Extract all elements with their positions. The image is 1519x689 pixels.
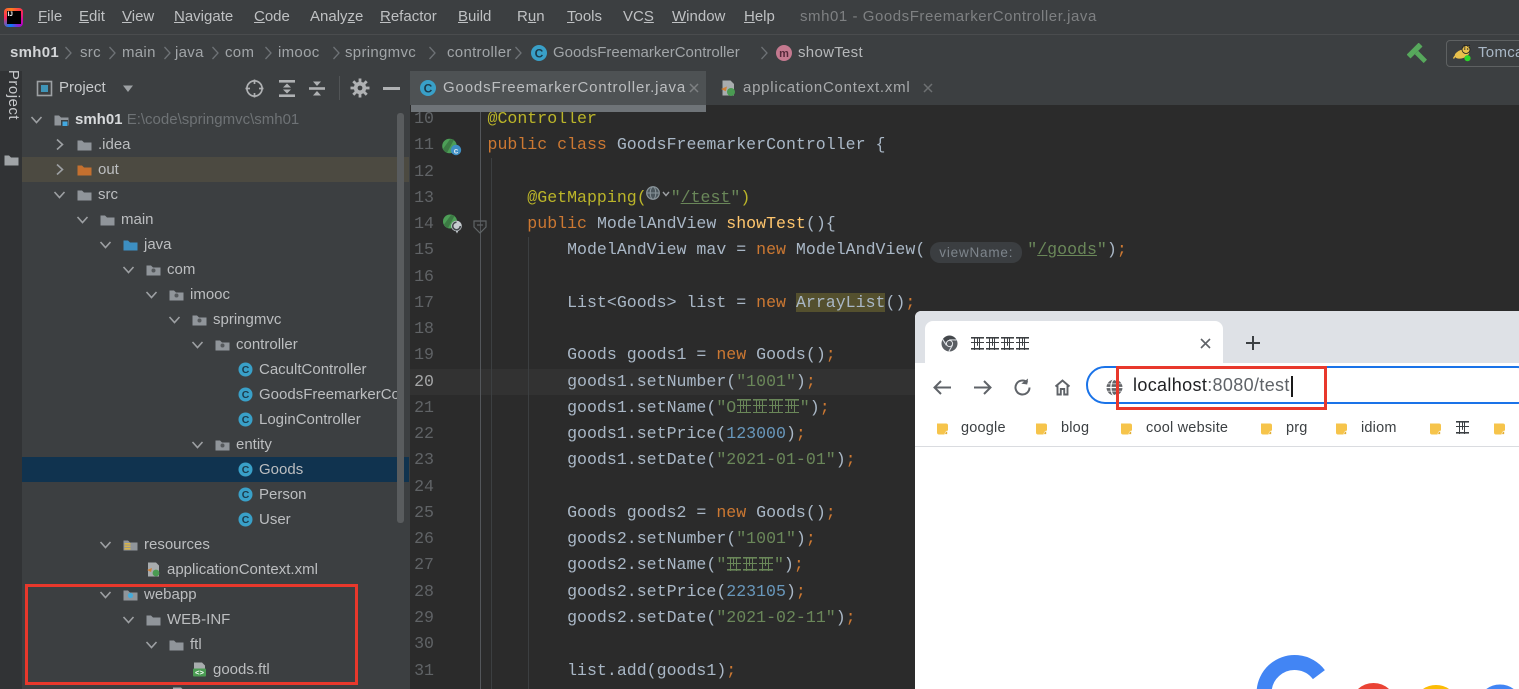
svg-text:m: m <box>779 48 789 60</box>
svg-text:C: C <box>242 514 250 526</box>
svg-text:C: C <box>424 81 433 95</box>
svg-text:C: C <box>242 389 250 401</box>
svg-text:C: C <box>242 364 250 376</box>
svg-text:C: C <box>242 464 250 476</box>
svg-text:c: c <box>454 145 459 155</box>
svg-text:C: C <box>242 489 250 501</box>
svg-text:C: C <box>535 46 544 60</box>
svg-text:C: C <box>242 414 250 426</box>
